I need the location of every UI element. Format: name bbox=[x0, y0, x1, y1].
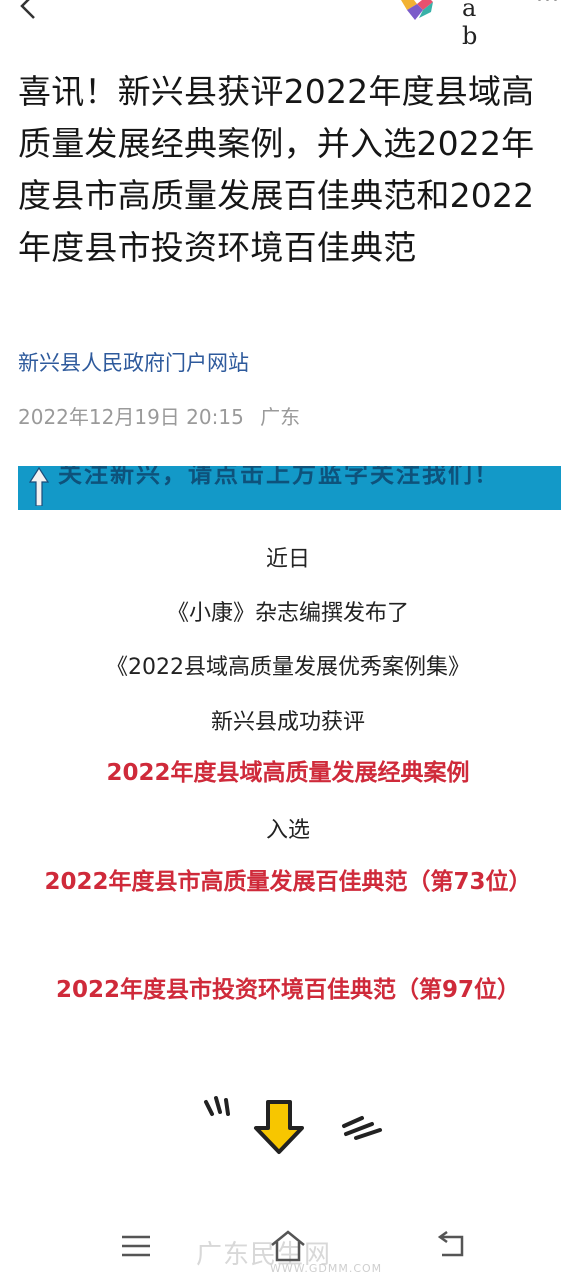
colorful-diamond-logo-icon bbox=[401, 0, 433, 20]
up-arrow-icon bbox=[28, 466, 50, 506]
body-line-4: 新兴县成功获评 bbox=[210, 710, 365, 735]
body-line-3: 《2022县域高质量发展优秀案例集》 bbox=[106, 655, 470, 680]
top-bar: a b ··· bbox=[0, 0, 576, 50]
back-icon[interactable] bbox=[434, 1231, 468, 1261]
highlight-top100-quality: 2022年度县市高质量发展百佳典范（第73位） bbox=[44, 869, 532, 895]
font-size-button[interactable]: a b bbox=[462, 0, 512, 50]
menu-icon[interactable] bbox=[120, 1233, 152, 1259]
body-line-1: 近日 bbox=[265, 547, 310, 572]
system-nav-bar bbox=[0, 1215, 576, 1280]
banner-text: 关注新兴，请点击上方蓝字关注我们！ bbox=[58, 466, 500, 488]
body-line-2: 《小康》杂志编撰发布了 bbox=[166, 601, 409, 626]
article-meta: 2022年12月19日 20:15 广东 bbox=[18, 401, 310, 430]
home-icon[interactable] bbox=[268, 1229, 308, 1263]
body-line-5: 入选 bbox=[265, 818, 310, 843]
publish-location: 广东 bbox=[260, 405, 301, 429]
more-icon[interactable]: ··· bbox=[536, 0, 570, 14]
publish-date: 2022年12月19日 20:15 bbox=[18, 405, 244, 429]
highlight-top100-investment: 2022年度县市投资环境百佳典范（第97位） bbox=[55, 977, 521, 1003]
source-link[interactable]: 新兴县人民政府门户网站 bbox=[18, 347, 249, 377]
article-title: 喜讯！新兴县获评2022年度县域高质量发展经典案例，并入选2022年度县市高质量… bbox=[18, 72, 535, 267]
follow-banner[interactable]: 关注新兴，请点击上方蓝字关注我们！ bbox=[18, 466, 561, 510]
chevron-left-icon[interactable] bbox=[14, 0, 44, 26]
highlight-classic-case: 2022年度县域高质量发展经典案例 bbox=[106, 760, 470, 786]
yellow-down-arrow-icon bbox=[204, 1096, 382, 1154]
